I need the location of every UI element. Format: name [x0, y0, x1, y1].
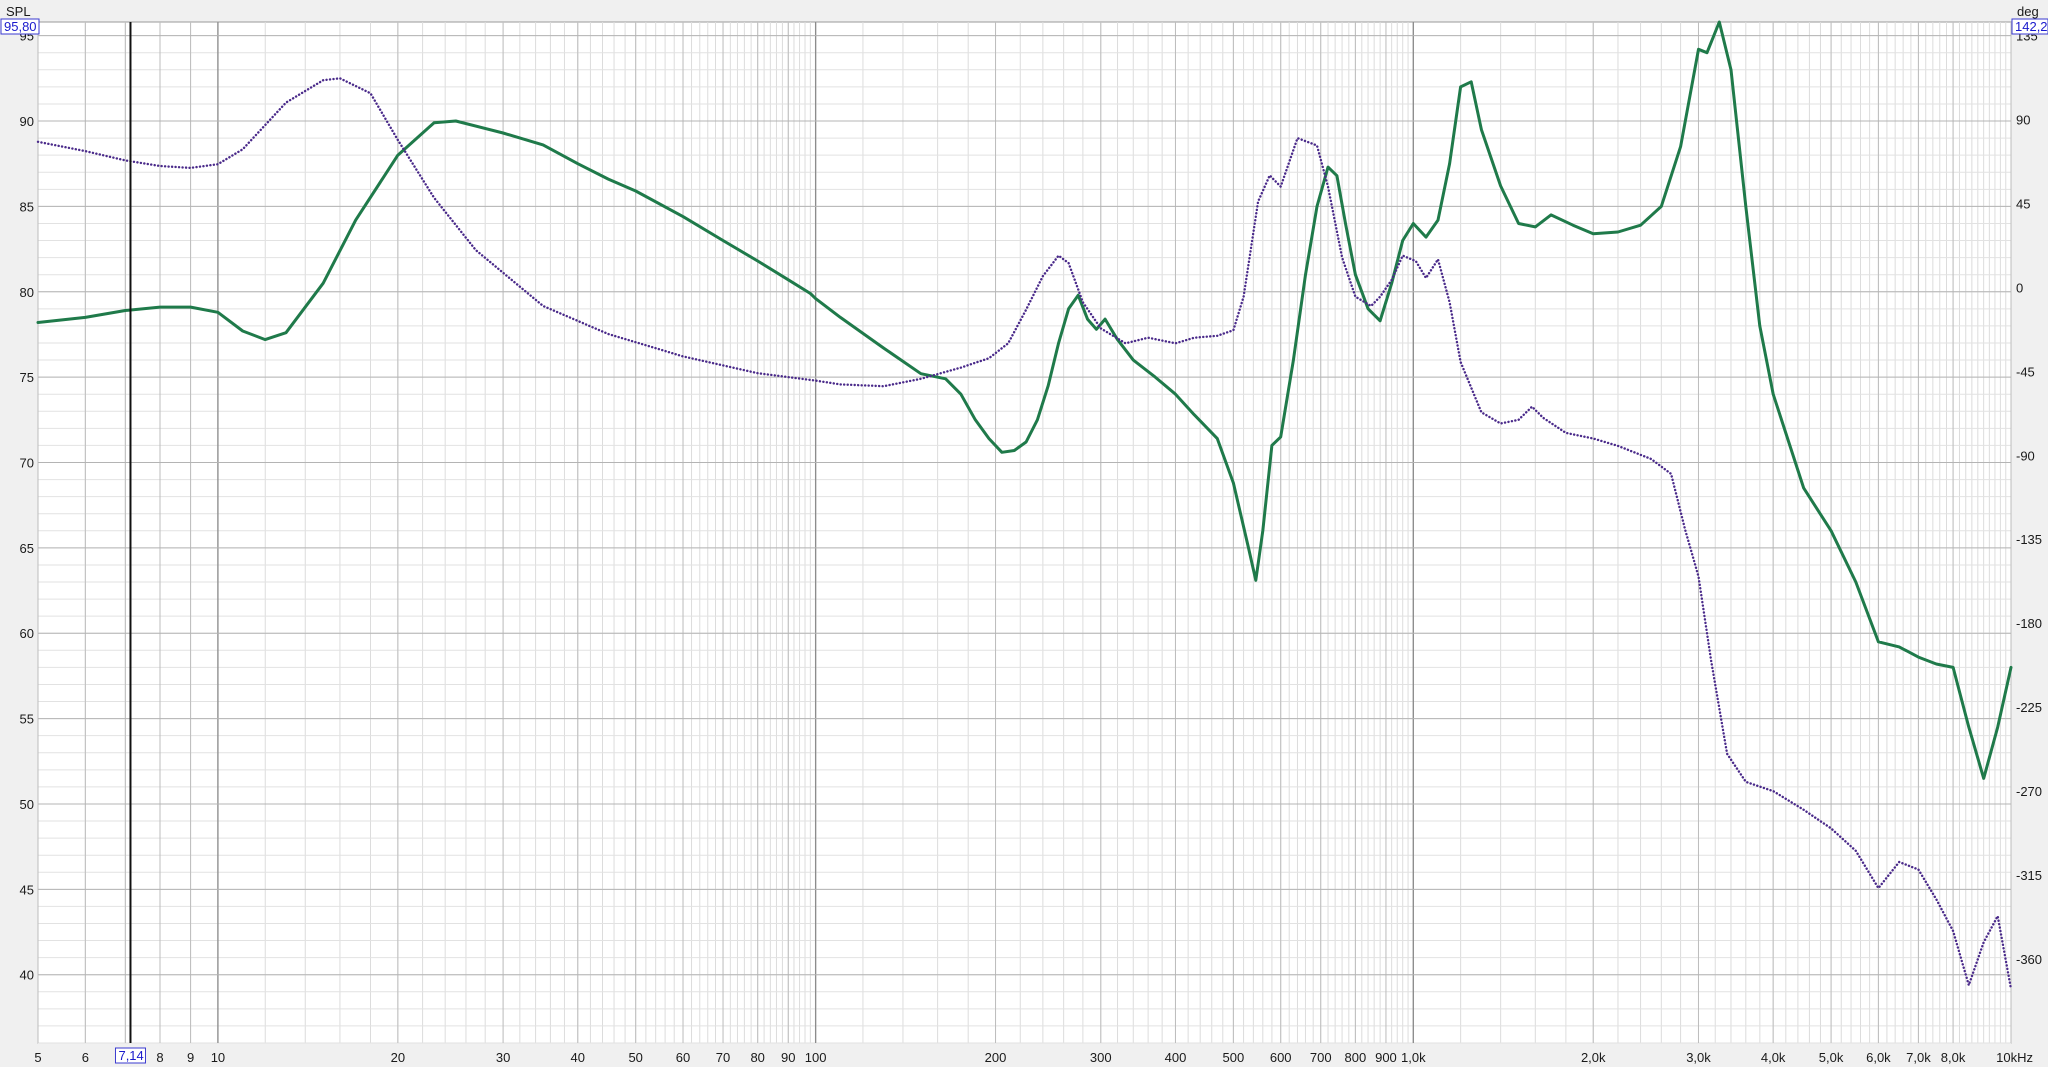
x-tick-label: 50 [628, 1050, 642, 1065]
right-axis-label: deg [2017, 4, 2039, 19]
x-tick-label: 8 [156, 1050, 163, 1065]
x-tick-label: 2,0k [1581, 1050, 1606, 1065]
x-tick-label: 6,0k [1866, 1050, 1891, 1065]
x-tick-label: 1,0k [1401, 1050, 1426, 1065]
y-left-tick-label: 80 [20, 285, 34, 300]
x-tick-label: 900 [1375, 1050, 1397, 1065]
x-tick-label: 8,0k [1941, 1050, 1966, 1065]
x-tick-label: 700 [1310, 1050, 1332, 1065]
left-axis-label: SPL [6, 4, 31, 19]
x-tick-label: 90 [781, 1050, 795, 1065]
y-left-tick-label: 60 [20, 626, 34, 641]
y-right-tick-label: 90 [2016, 112, 2030, 127]
right-readout-value: 142,2 [2015, 19, 2048, 34]
left-cursor-readout: 95,80 [0, 18, 40, 35]
x-tick-label: 600 [1270, 1050, 1292, 1065]
y-left-tick-label: 85 [20, 199, 34, 214]
x-tick-label: 40 [571, 1050, 585, 1065]
y-right-tick-label: -135 [2016, 532, 2042, 547]
y-right-tick-label: -90 [2016, 448, 2035, 463]
y-left-tick-label: 70 [20, 455, 34, 470]
y-left-tick-label: 55 [20, 712, 34, 727]
x-tick-label: 400 [1165, 1050, 1187, 1065]
frequency-response-chart: 5 6 8 9 10 20 30 40 50 60 70 80 90 100 200 300 400 500 600… [0, 4, 2048, 1065]
x-tick-label: 9 [187, 1050, 194, 1065]
x-readout-value: 7,14 [118, 1048, 143, 1063]
y-left-tick-label: 45 [20, 882, 34, 897]
y-left-tick-label: 75 [20, 370, 34, 385]
x-tick-label: 10 [211, 1050, 225, 1065]
left-readout-value: 95,80 [4, 19, 37, 34]
x-tick-label: 3,0k [1686, 1050, 1711, 1065]
x-cursor-readout: 7,14 [114, 1047, 146, 1064]
x-tick-label: 60 [676, 1050, 690, 1065]
y-left-tick-label: 65 [20, 541, 34, 556]
x-tick-label: 4,0k [1761, 1050, 1786, 1065]
y-right-tick-label: 45 [2016, 196, 2030, 211]
y-left-tick-label: 40 [20, 968, 34, 983]
x-tick-label: 800 [1345, 1050, 1367, 1065]
x-tick-label: 6 [82, 1050, 89, 1065]
x-tick-label: 20 [391, 1050, 405, 1065]
x-tick-label: 500 [1223, 1050, 1245, 1065]
x-tick-label: 300 [1090, 1050, 1112, 1065]
x-tick-label: 70 [716, 1050, 730, 1065]
y-left-tick-label: 90 [20, 114, 34, 129]
x-axis-tick-labels: 5 6 8 9 10 20 30 40 50 60 70 80 90 100 200 300 400 500 600… [34, 1050, 2033, 1065]
y-right-tick-label: -225 [2016, 700, 2042, 715]
x-tick-label: 30 [496, 1050, 510, 1065]
right-cursor-readout: 142,2 [2011, 18, 2048, 35]
left-axis-tick-labels: 959085807570656055504540 [20, 29, 34, 983]
y-right-tick-label: -180 [2016, 616, 2042, 631]
x-tick-label: 7,0k [1906, 1050, 1931, 1065]
y-right-tick-label: 0 [2016, 280, 2023, 295]
x-tick-label: 5,0k [1819, 1050, 1844, 1065]
x-tick-label: 5 [34, 1050, 41, 1065]
y-right-tick-label: -270 [2016, 784, 2042, 799]
x-tick-label: 100 [805, 1050, 827, 1065]
y-right-tick-label: -45 [2016, 364, 2035, 379]
x-tick-label: 200 [985, 1050, 1007, 1065]
x-tick-label: 80 [750, 1050, 764, 1065]
y-left-tick-label: 50 [20, 797, 34, 812]
x-tick-label: 10kHz [1996, 1050, 2033, 1065]
y-right-tick-label: -360 [2016, 952, 2042, 967]
y-right-tick-label: -315 [2016, 868, 2042, 883]
right-axis-tick-labels: 13590450-45-90-135-180-225-270-315-360 [2016, 28, 2042, 967]
